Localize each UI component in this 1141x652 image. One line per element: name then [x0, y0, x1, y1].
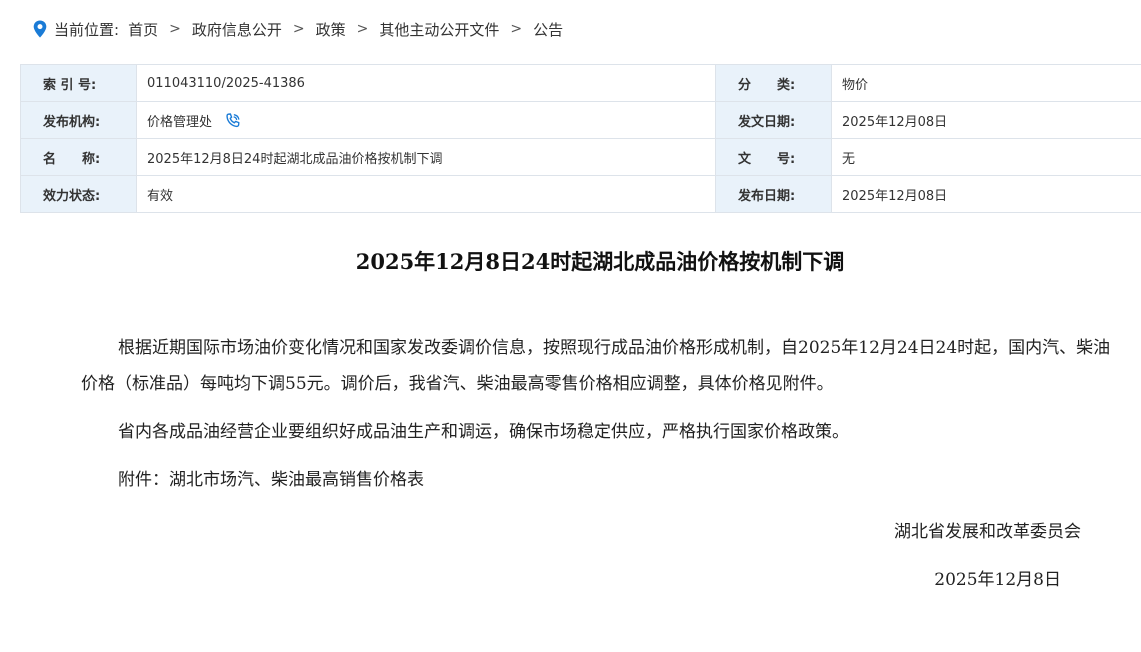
phone-icon[interactable] — [225, 112, 241, 129]
issue-date-value: 2025年12月08日 — [831, 101, 1141, 139]
info-row: 效力状态: 有效 发布日期: 2025年12月08日 — [20, 175, 1141, 213]
breadcrumb-gov-info-link[interactable]: 政府信息公开 — [192, 19, 282, 40]
location-pin-icon — [33, 20, 47, 38]
info-row: 名 称: 2025年12月8日24时起湖北成品油价格按机制下调 文 号: 无 — [20, 138, 1141, 176]
status-label: 效力状态: — [20, 175, 137, 213]
article-paragraph: 根据近期国际市场油价变化情况和国家发改委调价信息，按照现行成品油价格形成机制，自… — [81, 338, 1111, 394]
breadcrumb-home-link[interactable]: 首页 — [128, 19, 158, 40]
breadcrumb-separator: > — [169, 21, 181, 37]
doc-number-label: 文 号: — [715, 138, 832, 176]
breadcrumb-policy-link[interactable]: 政策 — [316, 19, 346, 40]
name-label: 名 称: — [20, 138, 137, 176]
index-number-value: 011043110/2025-41386 — [136, 64, 716, 102]
breadcrumb-separator: > — [292, 21, 305, 37]
publish-date-value: 2025年12月08日 — [831, 175, 1141, 213]
publisher-label: 发布机构: — [20, 101, 137, 139]
document-info-table: 索 引 号: 011043110/2025-41386 分 类: 物价 发布机构… — [20, 64, 1141, 213]
doc-number-value: 无 — [831, 138, 1141, 176]
article-title: 2025年12月8日24时起湖北成品油价格按机制下调 — [355, 249, 845, 274]
signature-date: 2025年12月8日 — [934, 570, 1061, 590]
breadcrumb-other-files-link[interactable]: 其他主动公开文件 — [379, 19, 499, 40]
article-body: 根据近期国际市场油价变化情况和国家发改委调价信息，按照现行成品油价格形成机制，自… — [81, 330, 1126, 510]
category-label: 分 类: — [715, 64, 832, 102]
signature: 湖北省发展和改革委员会 — [894, 522, 1081, 542]
issue-date-label: 发文日期: — [715, 101, 832, 139]
status-value: 有效 — [136, 175, 716, 213]
publisher-cell: 价格管理处 — [136, 101, 716, 139]
breadcrumb-separator: > — [356, 21, 369, 37]
name-value: 2025年12月8日24时起湖北成品油价格按机制下调 — [136, 138, 716, 176]
category-value: 物价 — [831, 64, 1141, 102]
attachment-line: 附件：湖北市场汽、柴油最高销售价格表 — [81, 462, 1126, 498]
publisher-value: 价格管理处 — [147, 114, 213, 130]
attachment-link[interactable]: 湖北市场汽、柴油最高销售价格表 — [169, 470, 424, 490]
breadcrumb-prefix: 当前位置: — [54, 20, 120, 39]
breadcrumb-separator: > — [510, 21, 523, 37]
breadcrumb-announcement-link[interactable]: 公告 — [533, 19, 563, 40]
publish-date-label: 发布日期: — [715, 175, 832, 213]
index-number-label: 索 引 号: — [20, 64, 137, 102]
article-paragraph: 省内各成品油经营企业要组织好成品油生产和调运，确保市场稳定供应，严格执行国家价格… — [118, 422, 849, 442]
info-row: 发布机构: 价格管理处 发文日期: 2025年12月08日 — [20, 101, 1141, 139]
info-row: 索 引 号: 011043110/2025-41386 分 类: 物价 — [20, 64, 1141, 102]
attachment-prefix: 附件： — [118, 470, 169, 490]
breadcrumb: 当前位置: 首页 > 政府信息公开 > 政策 > 其他主动公开文件 > 公告 — [32, 17, 563, 41]
